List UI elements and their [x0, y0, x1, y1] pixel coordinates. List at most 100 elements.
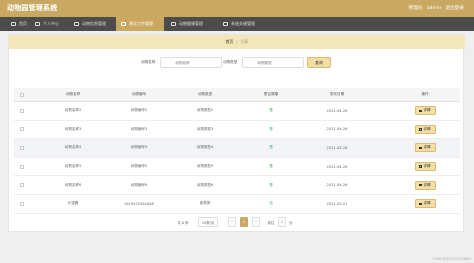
- breadcrumb-current: 列表: [240, 39, 249, 44]
- row-checkbox[interactable]: [20, 183, 24, 188]
- cell-date: 2021-04-26: [326, 164, 348, 169]
- search-button[interactable]: 查询: [307, 57, 331, 68]
- detail-icon: [419, 165, 422, 168]
- nav-label: 动物健康管理: [179, 21, 203, 26]
- col-header-type: 动物类型: [197, 92, 213, 96]
- table-header: 动物名称 动物编号 动物类型 是否健康 发布日期 操作: [14, 88, 460, 102]
- search-type-input[interactable]: [242, 57, 305, 68]
- page-number-button[interactable]: 1: [240, 217, 248, 227]
- cell-action: 详情: [398, 121, 452, 139]
- watermark: CSDN @QQ1974123863: [432, 257, 471, 261]
- cell-action: 详情: [398, 102, 452, 120]
- cell-name: 动物名称5: [64, 164, 82, 169]
- breadcrumb: 首页 / 列表: [9, 35, 465, 49]
- nav-label: 动物信息管理: [82, 21, 106, 26]
- home-icon: [11, 22, 16, 26]
- user-icon: [35, 22, 40, 26]
- row-checkbox[interactable]: [20, 127, 24, 132]
- cell-name: 动物名称6: [64, 182, 82, 187]
- goto-label: 前往: [267, 220, 275, 225]
- row-checkbox[interactable]: [20, 108, 24, 113]
- cell-type: 动物类型2: [196, 108, 214, 113]
- cell-action: 详情: [398, 176, 452, 194]
- detail-button[interactable]: 详情: [414, 199, 436, 209]
- table-row: 动物名称4 动物编号4 动物类型4 是 2021-04-26 详情: [14, 139, 460, 158]
- pagination: 共 6 条 10条/页 ‹ 1 › 前往 1 页: [0, 217, 474, 227]
- cell-date: 2021-05-01: [326, 201, 348, 206]
- table-row: 动物名称2 动物编号2 动物类型2 是 2021-04-26 详情: [14, 102, 460, 121]
- cell-name: 长颈鹿: [67, 201, 79, 206]
- detail-icon: [419, 109, 422, 113]
- detail-button[interactable]: 详情: [414, 162, 436, 172]
- nav-system[interactable]: 系统关键管理: [219, 17, 267, 31]
- list-icon: [74, 22, 79, 26]
- cell-healthy: 是: [269, 182, 273, 187]
- pagination-total: 共 6 条: [177, 220, 189, 225]
- cell-type: 动物类型4: [196, 145, 214, 150]
- detail-icon: [419, 202, 422, 206]
- nav-label: 个人中心: [43, 21, 59, 26]
- page-unit-label: 页: [289, 220, 293, 225]
- detail-label: 详情: [423, 201, 431, 206]
- prev-page-button[interactable]: ‹: [228, 217, 236, 227]
- content-panel: 首页 / 列表 动物名称 动物类型 查询 动物名称 动物编号 动物类型 是否健康…: [8, 34, 465, 232]
- cell-healthy: 是: [269, 126, 273, 131]
- cell-healthy: 是: [269, 164, 273, 169]
- cell-date: 2021-04-26: [326, 108, 348, 113]
- app-title: 动物园管理系统: [7, 4, 58, 12]
- logout-link[interactable]: 退出登录: [446, 6, 464, 11]
- cell-date: 2021-04-26: [326, 183, 348, 188]
- list-icon: [171, 22, 176, 26]
- search-name-input[interactable]: [160, 57, 223, 68]
- detail-button[interactable]: 详情: [414, 124, 436, 134]
- col-header-date: 发布日期: [329, 92, 345, 96]
- col-header-action: 操作: [421, 92, 429, 96]
- cell-healthy: 是: [269, 145, 273, 150]
- cell-type: 动物类型6: [196, 182, 214, 187]
- next-page-button[interactable]: ›: [252, 217, 260, 227]
- breadcrumb-separator: /: [236, 39, 238, 45]
- col-header-number: 动物编号: [131, 92, 147, 96]
- search-name-label: 动物名称: [141, 60, 156, 64]
- detail-button[interactable]: 详情: [414, 143, 436, 153]
- cell-type: 动物类型5: [196, 164, 214, 169]
- table-row: 动物名称6 动物编号6 动物类型6 是 2021-04-26 详情: [14, 176, 460, 195]
- table-row: 动物名称5 动物编号5 动物类型5 是 2021-04-26 详情: [14, 158, 460, 177]
- row-checkbox[interactable]: [20, 201, 24, 206]
- search-type-label: 动物类型: [223, 60, 238, 64]
- cell-name: 动物名称2: [64, 108, 82, 113]
- cell-action: 详情: [398, 195, 452, 213]
- page-size-select[interactable]: 10条/页: [198, 217, 218, 227]
- goto-page-input[interactable]: 1: [278, 217, 286, 227]
- detail-label: 详情: [423, 182, 431, 187]
- row-checkbox[interactable]: [20, 145, 24, 150]
- detail-icon: [419, 128, 422, 131]
- row-checkbox[interactable]: [20, 164, 24, 169]
- detail-button[interactable]: 详情: [414, 106, 436, 116]
- nav-label: 系统关键管理: [231, 21, 255, 26]
- cell-type: 食草类: [199, 201, 211, 206]
- breadcrumb-home[interactable]: 首页: [225, 39, 233, 45]
- cell-action: 详情: [398, 139, 452, 157]
- nav-test-work[interactable]: 测试工作管理: [116, 17, 164, 31]
- cell-number: 动物编号4: [130, 145, 148, 150]
- list-icon: [223, 22, 228, 26]
- select-all-checkbox[interactable]: [20, 92, 24, 97]
- nav-personal[interactable]: 个人中心: [31, 17, 67, 31]
- detail-button[interactable]: 详情: [414, 180, 436, 190]
- top-header: 动物园管理系统 管理员 admin 退出登录: [0, 0, 474, 17]
- cell-healthy: 否: [269, 201, 273, 206]
- nav-animal-info[interactable]: 动物信息管理: [70, 17, 114, 31]
- col-header-name: 动物名称: [65, 92, 81, 96]
- cell-date: 2021-04-26: [326, 145, 348, 150]
- nav-home[interactable]: 首页: [6, 17, 32, 31]
- detail-icon: [419, 146, 422, 150]
- user-name: admin: [426, 6, 442, 11]
- nav-animal-health[interactable]: 动物健康管理: [167, 17, 215, 31]
- cell-healthy: 是: [269, 108, 273, 113]
- col-header-healthy: 是否健康: [263, 92, 279, 96]
- cell-number: 动物编号3: [130, 126, 148, 131]
- cell-number: 1619425461648: [124, 201, 154, 206]
- cell-action: 详情: [398, 158, 452, 176]
- cell-date: 2021-04-26: [326, 127, 348, 132]
